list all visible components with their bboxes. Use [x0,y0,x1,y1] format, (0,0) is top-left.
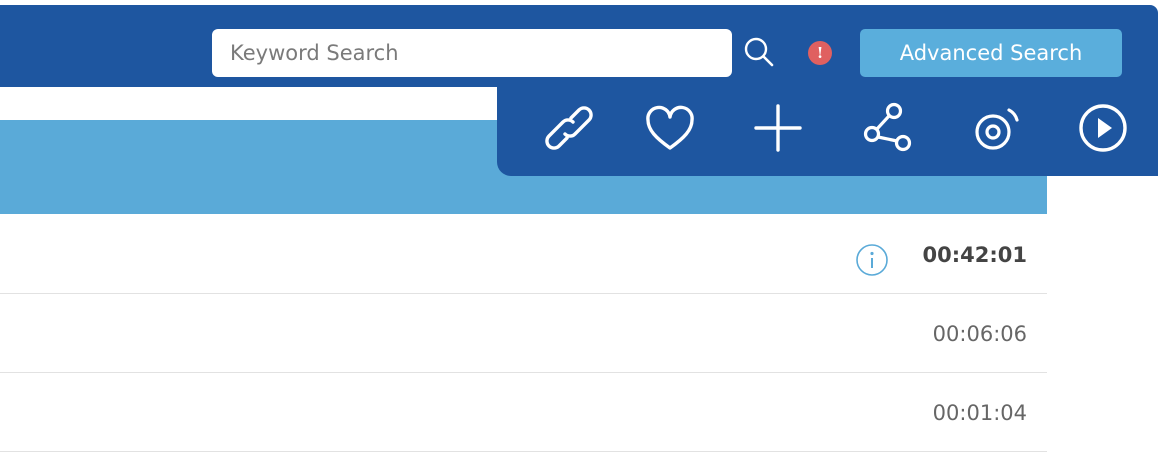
page: ! Advanced Search [0,0,1166,462]
alert-icon[interactable]: ! [808,41,832,65]
table-row[interactable]: 00:01:04 [0,374,1047,452]
plus-icon[interactable] [746,96,810,160]
search-icon[interactable] [742,35,776,69]
table-row[interactable]: 00:42:01 [0,216,1047,294]
duration-text: 00:01:04 [932,401,1027,425]
link-icon[interactable] [537,96,601,160]
action-toolbar [497,80,1158,176]
heart-icon[interactable] [638,96,702,160]
play-icon[interactable] [1071,96,1135,160]
advanced-search-button[interactable]: Advanced Search [860,29,1122,77]
table-row[interactable]: 00:06:06 [0,295,1047,373]
keyword-search-input[interactable] [212,29,732,77]
share-icon[interactable] [857,96,921,160]
duration-text: 00:42:01 [922,243,1027,267]
duration-text: 00:06:06 [932,322,1027,346]
info-icon[interactable] [855,243,889,277]
radio-broadcast-icon[interactable] [965,96,1029,160]
top-header-bar: ! Advanced Search [0,5,1158,87]
